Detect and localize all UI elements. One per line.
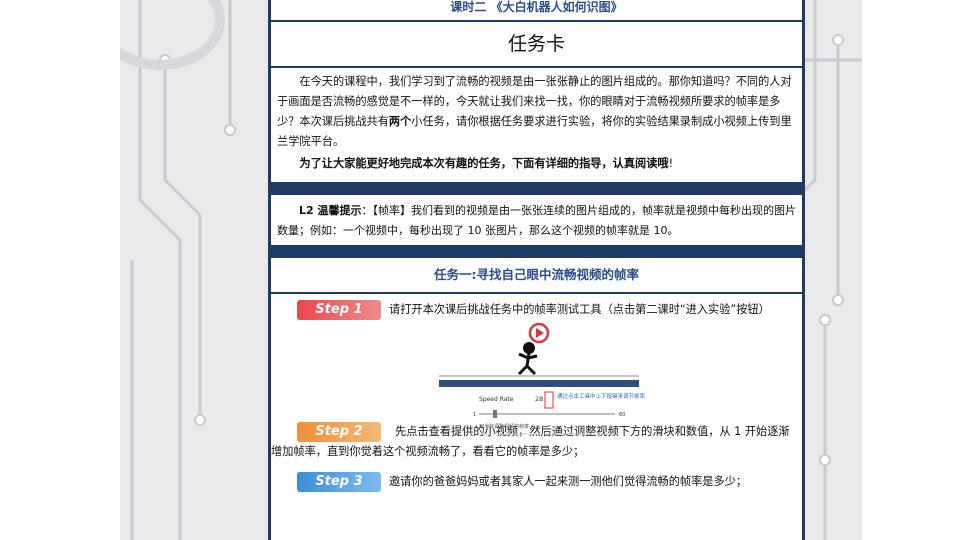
- task1-title: 任务一:寻找自己眼中流畅视频的帧率: [434, 267, 639, 282]
- section-bar: [271, 245, 802, 258]
- step-3-number: 3: [353, 474, 363, 489]
- step-1-label: Step: [315, 302, 350, 317]
- right-gutter: [862, 0, 960, 540]
- tip-paragraph: L2 温馨提示：【帧率】我们看到的视频是由一张张连续的图片组成的，帧率就是视频中…: [271, 195, 802, 245]
- step-1-badge: Step 1: [297, 300, 381, 320]
- caption: 用滑块调整视频的帧率: [479, 423, 529, 430]
- slider-max: 60: [619, 412, 625, 418]
- intro-emphasis-text: 为了让大家能更好地完成本次有趣的任务，下面有详细的指导，认真阅读哦: [299, 157, 669, 170]
- slider-min: 1: [473, 412, 476, 418]
- step-1-number: 1: [353, 302, 363, 317]
- lesson-title: 课时二 《大白机器人如何识图》: [450, 0, 623, 14]
- fps-value: 28: [535, 395, 543, 403]
- video-progress-bar: [439, 380, 639, 387]
- intro-emphasis-end: !: [668, 157, 674, 170]
- tool-illustration: Speed Rate 28 通过点击工具中上下按键来调节帧率 1 60 用滑块调…: [439, 322, 646, 435]
- step-3-badge: Step 3: [297, 472, 381, 492]
- fps-slider-thumb: [493, 410, 497, 418]
- step-2-badge: Step 2: [297, 422, 381, 442]
- card-title: 任务卡: [507, 33, 565, 55]
- step-3-row: Step 3 邀请你的爸爸妈妈或者其家人一起来测一测他们觉得流畅的帧率是多少；: [271, 468, 802, 498]
- tip-label: L2 温馨提示: [299, 204, 362, 217]
- step-2-number: 2: [353, 424, 363, 439]
- task-card-document: 课时二 《大白机器人如何识图》 任务卡 在今天的课程中，我们学习到了流畅的视频是…: [268, 0, 805, 540]
- intro-emphasis: 为了让大家能更好地完成本次有趣的任务，下面有详细的指导，认真阅读哦!: [271, 152, 802, 182]
- intro-text-bold: 两个: [388, 115, 412, 128]
- step-3-label: Step: [315, 474, 350, 489]
- intro-paragraph: 在今天的课程中，我们学习到了流畅的视频是由一张张静止的图片组成的。那你知道吗？不…: [271, 68, 802, 152]
- frame-rate-tool-screenshot: Speed Rate 28 通过点击工具中上下按键来调节帧率 1 60 用滑块调…: [439, 320, 649, 442]
- section-bar: [271, 182, 802, 195]
- callout-text: 通过点击工具中上下按键来调节帧率: [557, 392, 646, 400]
- left-gutter: [0, 0, 120, 540]
- fps-label: Speed Rate: [479, 396, 514, 403]
- step-2-label: Step: [315, 424, 350, 439]
